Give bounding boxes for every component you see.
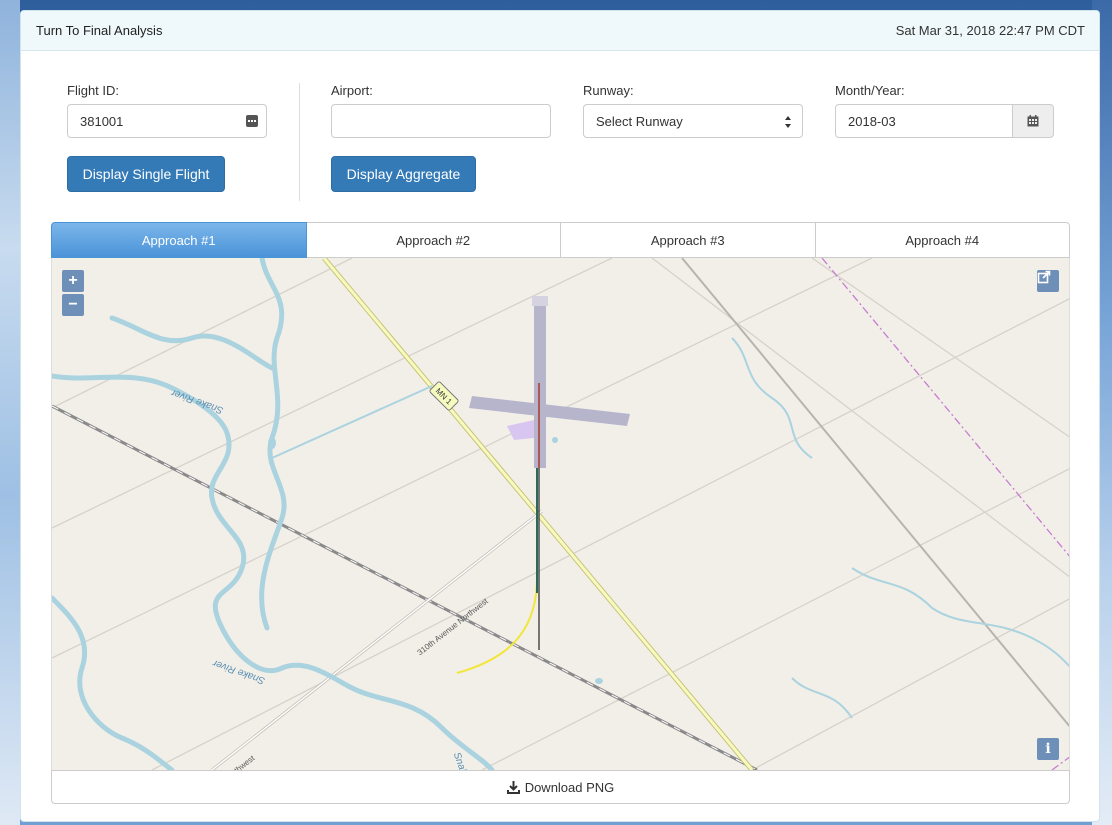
page-title: Turn To Final Analysis: [36, 23, 163, 38]
export-button[interactable]: [1037, 270, 1059, 292]
tab-approach-2[interactable]: Approach #2: [306, 222, 561, 258]
display-single-flight-button[interactable]: Display Single Flight: [67, 156, 225, 192]
tab-approach-1[interactable]: Approach #1: [51, 222, 307, 258]
runway-selected-value: Select Runway: [596, 113, 683, 129]
approach-tabs: Approach #1 Approach #2 Approach #3 Appr…: [51, 222, 1070, 258]
month-year-label: Month/Year:: [835, 83, 905, 98]
current-datetime: Sat Mar 31, 2018 22:47 PM CDT: [895, 23, 1085, 38]
airport-input[interactable]: [331, 104, 551, 138]
pond: [595, 678, 603, 684]
download-label: Download PNG: [524, 779, 615, 795]
filter-form: Flight ID: 381001 Display Single Flight …: [21, 51, 1101, 221]
zoom-in-button[interactable]: +: [62, 270, 84, 292]
background-sky-left: [0, 0, 20, 825]
display-aggregate-button[interactable]: Display Aggregate: [331, 156, 476, 192]
month-year-value: 2018-03: [848, 113, 896, 129]
flight-id-input[interactable]: 381001: [67, 104, 267, 138]
zoom-controls: + −: [62, 270, 84, 316]
runway-select[interactable]: Select Runway: [583, 104, 803, 138]
flight-id-label: Flight ID:: [67, 83, 120, 98]
river-label-1: Snake River: [169, 386, 225, 415]
river-label-2: Snake River: [211, 657, 267, 686]
calendar-icon: [1027, 115, 1039, 127]
calendar-button[interactable]: [1012, 104, 1054, 138]
map-canvas: Snake River Snake River 310th Avenue Nor…: [52, 258, 1069, 770]
panel-header: Turn To Final Analysis Sat Mar 31, 2018 …: [21, 11, 1099, 51]
month-year-input[interactable]: 2018-03: [835, 104, 1013, 138]
form-divider: [299, 83, 300, 201]
download-icon: [506, 780, 520, 794]
map-labels: Snake River Snake River 310th Avenue Nor…: [169, 386, 490, 770]
river-label-3: Snake: [451, 751, 471, 770]
tab-approach-3[interactable]: Approach #3: [561, 222, 816, 258]
snake-river: [52, 258, 495, 770]
airport-label: Airport:: [331, 83, 373, 98]
ellipsis-icon[interactable]: [246, 115, 258, 127]
tab-approach-4[interactable]: Approach #4: [815, 222, 1070, 258]
select-arrows-icon: [785, 116, 791, 128]
county-boundary: [821, 258, 1069, 557]
streams: [271, 337, 1069, 719]
runway-label: Runway:: [583, 83, 634, 98]
approach-map[interactable]: Snake River Snake River 310th Avenue Nor…: [51, 258, 1070, 770]
download-png-button[interactable]: Download PNG: [51, 770, 1070, 804]
external-link-icon: [1037, 270, 1051, 284]
analysis-panel: Turn To Final Analysis Sat Mar 31, 2018 …: [20, 10, 1100, 822]
zoom-out-button[interactable]: −: [62, 294, 84, 316]
info-button[interactable]: i: [1037, 738, 1059, 760]
flight-id-value: 381001: [80, 113, 124, 129]
